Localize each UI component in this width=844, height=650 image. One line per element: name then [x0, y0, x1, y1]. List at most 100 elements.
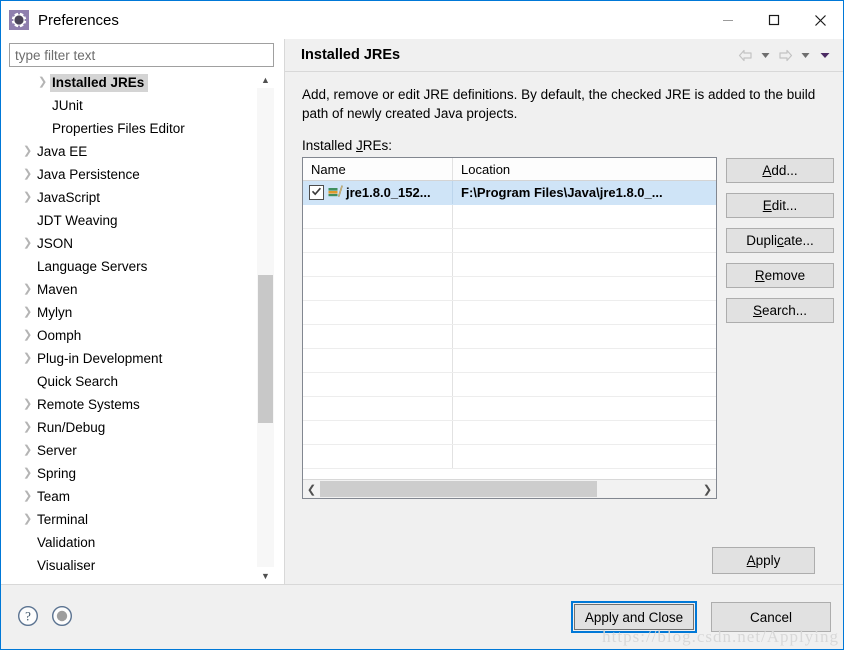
help-question-icon[interactable]: ? [17, 605, 39, 630]
table-row[interactable]: jre1.8.0_152... F:\Program Files\Java\jre… [303, 181, 716, 205]
close-button[interactable] [797, 1, 843, 39]
table-row-empty[interactable] [303, 301, 716, 325]
remove-button[interactable]: Remove [726, 263, 834, 288]
sidebar-item-properties-files-editor[interactable]: Properties Files Editor [9, 117, 257, 140]
scroll-left-icon[interactable]: ❮ [303, 480, 320, 498]
add-button[interactable]: Add... [726, 158, 834, 183]
scroll-right-icon[interactable]: ❯ [699, 480, 716, 498]
expand-chevron-icon[interactable]: ❯ [20, 399, 35, 410]
expand-chevron-icon[interactable]: ❯ [20, 284, 35, 295]
sidebar-item-oomph[interactable]: ❯ Oomph [9, 324, 257, 347]
back-arrow-icon [738, 49, 752, 61]
cell-name-empty [303, 445, 453, 468]
sidebar-item-mylyn[interactable]: ❯ Mylyn [9, 301, 257, 324]
sidebar-item-jdt-weaving[interactable]: JDT Weaving [9, 209, 257, 232]
table-row-empty[interactable] [303, 445, 716, 469]
expand-chevron-icon[interactable]: ❯ [20, 238, 35, 249]
sidebar-item-junit[interactable]: JUnit [9, 94, 257, 117]
column-header-name[interactable]: Name [303, 158, 453, 180]
column-header-location[interactable]: Location [453, 158, 716, 180]
table-horizontal-scrollbar[interactable]: ❮ ❯ [303, 479, 716, 498]
expand-chevron-icon[interactable]: ❯ [20, 146, 35, 157]
cancel-button[interactable]: Cancel [711, 602, 831, 632]
apply-button[interactable]: Apply [712, 547, 815, 574]
sidebar-item-team[interactable]: ❯ Team [9, 485, 257, 508]
filter-input[interactable] [9, 43, 274, 67]
duplicate-button[interactable]: Duplicate... [726, 228, 834, 253]
preference-tree[interactable]: ❯ Installed JREs JUnit Properties Files Edi… [9, 71, 257, 584]
sidebar-item-quick-search[interactable]: Quick Search [9, 370, 257, 393]
sidebar-item-label: JDT Weaving [37, 212, 118, 228]
cell-location-empty [453, 253, 716, 276]
table-row-empty[interactable] [303, 277, 716, 301]
cell-name-empty [303, 205, 453, 228]
apply-and-close-button[interactable]: Apply and Close [574, 604, 694, 630]
expand-chevron-icon[interactable]: ❯ [20, 445, 35, 456]
expand-chevron-icon[interactable]: ❯ [35, 77, 50, 88]
scroll-down-icon[interactable]: ▼ [257, 567, 274, 584]
view-menu-button[interactable] [815, 43, 835, 67]
table-body[interactable]: jre1.8.0_152... F:\Program Files\Java\jre… [303, 181, 716, 479]
expand-chevron-icon[interactable]: ❯ [20, 169, 35, 180]
tree-scroll-thumb[interactable] [258, 274, 273, 424]
expand-chevron-icon[interactable]: ❯ [20, 468, 35, 479]
maximize-button[interactable] [751, 1, 797, 39]
expand-chevron-icon[interactable]: ❯ [20, 491, 35, 502]
table-row-empty[interactable] [303, 421, 716, 445]
forward-dropdown-icon [801, 52, 809, 58]
back-dropdown-button[interactable] [755, 43, 775, 67]
cell-location-empty [453, 325, 716, 348]
back-button[interactable] [735, 43, 755, 67]
sidebar-item-visualiser[interactable]: Visualiser [9, 554, 257, 577]
sidebar-item-maven[interactable]: ❯ Maven [9, 278, 257, 301]
sidebar-item-run-debug[interactable]: ❯ Run/Debug [9, 416, 257, 439]
table-row-empty[interactable] [303, 229, 716, 253]
expand-chevron-icon[interactable]: ❯ [20, 514, 35, 525]
table-row-empty[interactable] [303, 325, 716, 349]
oomph-record-icon[interactable] [51, 605, 73, 630]
search-button[interactable]: Search... [726, 298, 834, 323]
tree-vertical-scrollbar[interactable]: ▲ ▼ [257, 71, 274, 584]
sidebar-item-label: Visualiser [37, 557, 96, 573]
table-row-empty[interactable] [303, 253, 716, 277]
table-hscroll-thumb[interactable] [320, 481, 597, 497]
sidebar-item-java-ee[interactable]: ❯ Java EE [9, 140, 257, 163]
scroll-up-icon[interactable]: ▲ [257, 71, 274, 88]
sidebar-item-label: Mylyn [37, 304, 73, 320]
table-hscroll-track[interactable] [320, 480, 699, 498]
checkmark-icon [311, 187, 322, 196]
sidebar-item-installed-jres[interactable]: ❯ Installed JREs [9, 71, 257, 94]
expand-chevron-icon[interactable]: ❯ [20, 330, 35, 341]
sidebar-item-label: Java Persistence [37, 166, 140, 182]
sidebar-item-label: Terminal [37, 511, 89, 527]
sidebar-item-spring[interactable]: ❯ Spring [9, 462, 257, 485]
sidebar-item-label: Server [37, 442, 77, 458]
jre-library-icon [328, 184, 343, 201]
sidebar-item-label: Java EE [37, 143, 88, 159]
jre-checkbox[interactable] [309, 185, 324, 200]
sidebar-item-plug-in-development[interactable]: ❯ Plug-in Development [9, 347, 257, 370]
expand-chevron-icon[interactable]: ❯ [20, 422, 35, 433]
sidebar-item-language-servers[interactable]: Language Servers [9, 255, 257, 278]
minimize-button[interactable] [705, 1, 751, 39]
sidebar-item-validation[interactable]: Validation [9, 531, 257, 554]
table-row-empty[interactable] [303, 397, 716, 421]
table-row-empty[interactable] [303, 373, 716, 397]
expand-chevron-icon[interactable]: ❯ [20, 353, 35, 364]
table-row-empty[interactable] [303, 349, 716, 373]
sidebar-item-remote-systems[interactable]: ❯ Remote Systems [9, 393, 257, 416]
sidebar-item-json[interactable]: ❯ JSON [9, 232, 257, 255]
jre-table[interactable]: Name Location jre1.8.0_152... F:\Program … [302, 157, 717, 499]
tree-scroll-track[interactable] [257, 88, 274, 567]
forward-dropdown-button[interactable] [795, 43, 815, 67]
sidebar-item-terminal[interactable]: ❯ Terminal [9, 508, 257, 531]
forward-button[interactable] [775, 43, 795, 67]
sidebar-item-javascript[interactable]: ❯ JavaScript [9, 186, 257, 209]
expand-chevron-icon[interactable]: ❯ [20, 307, 35, 318]
table-row-empty[interactable] [303, 205, 716, 229]
sidebar-item-server[interactable]: ❯ Server [9, 439, 257, 462]
preference-page-pane: Installed JREs Add, remove or edit JRE d… [284, 39, 843, 584]
edit-button[interactable]: Edit... [726, 193, 834, 218]
expand-chevron-icon[interactable]: ❯ [20, 192, 35, 203]
sidebar-item-java-persistence[interactable]: ❯ Java Persistence [9, 163, 257, 186]
